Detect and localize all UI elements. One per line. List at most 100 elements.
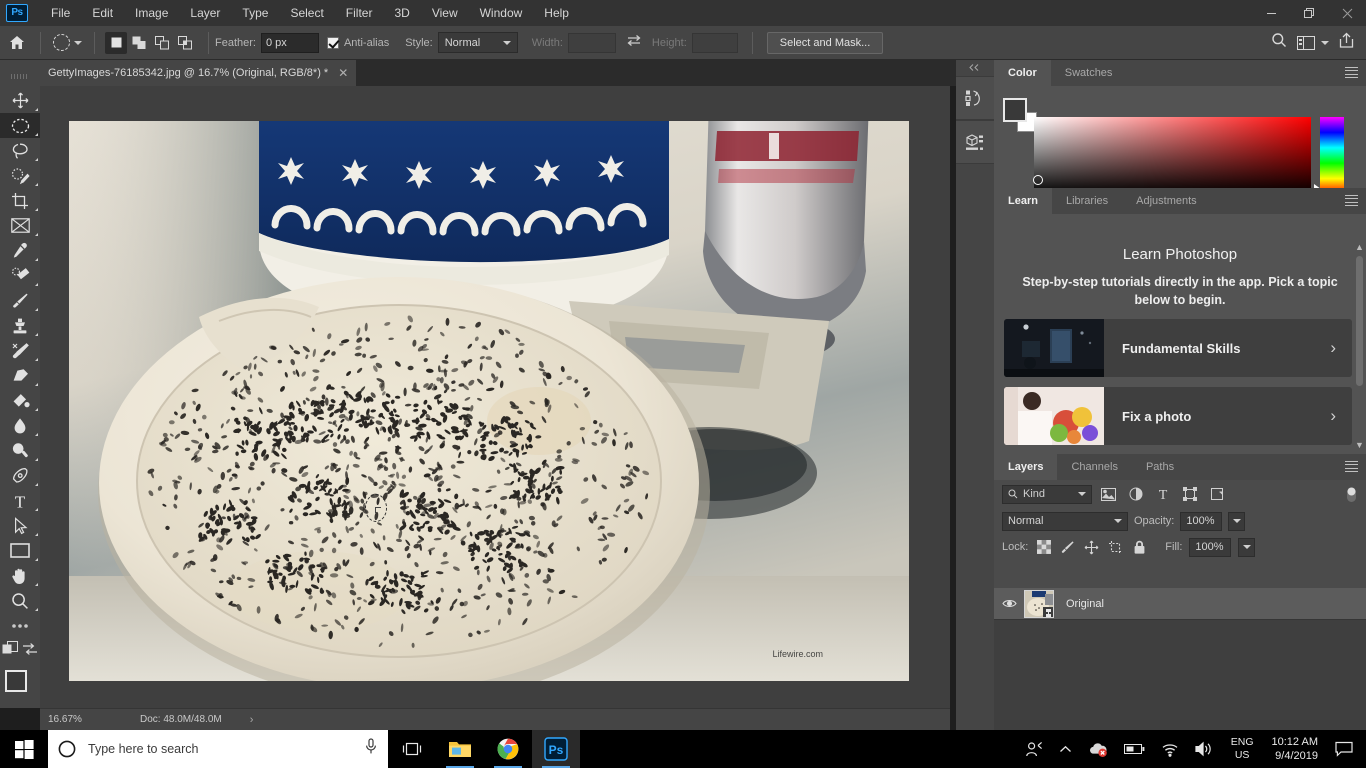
tab-adjustments[interactable]: Adjustments bbox=[1122, 188, 1211, 214]
select-and-mask-button[interactable]: Select and Mask... bbox=[766, 31, 884, 54]
panel-menu-icon[interactable] bbox=[1345, 461, 1358, 472]
scroll-down-icon[interactable]: ▼ bbox=[1355, 440, 1364, 450]
minimize-button[interactable] bbox=[1252, 0, 1290, 26]
quick-mask-icon[interactable] bbox=[2, 641, 19, 661]
menu-file[interactable]: File bbox=[40, 2, 81, 24]
tab-libraries[interactable]: Libraries bbox=[1052, 188, 1122, 214]
menu-3d[interactable]: 3D bbox=[383, 2, 420, 24]
battery-icon[interactable] bbox=[1117, 730, 1152, 768]
new-selection-button[interactable] bbox=[105, 31, 127, 54]
close-icon[interactable]: ✕ bbox=[338, 67, 348, 79]
workspace-switcher[interactable] bbox=[1297, 35, 1329, 50]
history-brush-tool[interactable] bbox=[0, 338, 40, 363]
document-tab[interactable]: GettyImages-76185342.jpg @ 16.7% (Origin… bbox=[38, 60, 358, 86]
frame-tool[interactable] bbox=[0, 213, 40, 238]
onedrive-error-icon[interactable] bbox=[1081, 730, 1115, 768]
width-input[interactable] bbox=[567, 32, 616, 53]
double-chevron-left-icon[interactable] bbox=[956, 60, 994, 76]
panel-menu-icon[interactable] bbox=[1345, 195, 1358, 206]
hand-tool[interactable] bbox=[0, 563, 40, 588]
eyedropper-tool[interactable] bbox=[0, 238, 40, 263]
layer-filter-kind-select[interactable]: Kind bbox=[1002, 484, 1092, 504]
screen-mode-icon[interactable] bbox=[22, 642, 38, 661]
anti-alias-checkbox-group[interactable]: Anti-alias bbox=[326, 36, 389, 49]
menu-image[interactable]: Image bbox=[124, 2, 179, 24]
shape-layer-filter-icon[interactable] bbox=[1179, 485, 1200, 504]
panel-menu-icon[interactable] bbox=[1345, 67, 1358, 78]
pixel-layer-filter-icon[interactable] bbox=[1098, 485, 1119, 504]
lock-image-pixels-icon[interactable] bbox=[1059, 539, 1076, 556]
pen-tool[interactable] bbox=[0, 463, 40, 488]
menu-edit[interactable]: Edit bbox=[81, 2, 124, 24]
canvas-vertical-scrollbar[interactable] bbox=[938, 86, 950, 708]
style-select[interactable]: Normal bbox=[437, 32, 518, 53]
close-button[interactable] bbox=[1328, 0, 1366, 26]
learn-card-fix-a-photo[interactable]: Fix a photo › bbox=[1004, 387, 1352, 446]
elliptical-marquee-tool[interactable] bbox=[0, 113, 40, 138]
task-view-icon[interactable] bbox=[388, 730, 436, 768]
share-icon[interactable] bbox=[1339, 32, 1354, 53]
blur-tool[interactable] bbox=[0, 413, 40, 438]
anti-alias-checkbox[interactable] bbox=[326, 36, 339, 49]
toolbar-grip[interactable] bbox=[11, 66, 28, 84]
search-box[interactable]: Type here to search bbox=[48, 730, 388, 768]
spot-healing-brush-tool[interactable] bbox=[0, 263, 40, 288]
menu-help[interactable]: Help bbox=[533, 2, 580, 24]
add-to-selection-button[interactable] bbox=[128, 32, 150, 54]
smart-object-filter-icon[interactable] bbox=[1206, 485, 1227, 504]
menu-select[interactable]: Select bbox=[279, 2, 334, 24]
dodge-tool[interactable] bbox=[0, 438, 40, 463]
chevron-up-icon[interactable] bbox=[1052, 730, 1079, 768]
tab-learn[interactable]: Learn bbox=[994, 188, 1052, 214]
canvas-area[interactable]: Lifewire.com bbox=[40, 86, 950, 708]
subtract-from-selection-button[interactable] bbox=[151, 32, 173, 54]
menu-type[interactable]: Type bbox=[231, 2, 279, 24]
blend-mode-select[interactable]: Normal bbox=[1002, 511, 1128, 531]
gradient-tool[interactable] bbox=[0, 388, 40, 413]
menu-filter[interactable]: Filter bbox=[335, 2, 384, 24]
image-artboard[interactable]: Lifewire.com bbox=[69, 121, 909, 681]
tool-preset-picker[interactable] bbox=[47, 34, 88, 51]
lock-position-icon[interactable] bbox=[1083, 539, 1100, 556]
volume-icon[interactable] bbox=[1188, 730, 1221, 768]
scroll-up-icon[interactable]: ▲ bbox=[1355, 242, 1364, 252]
type-tool[interactable]: T bbox=[0, 488, 40, 513]
learn-card-fundamental-skills[interactable]: Fundamental Skills › bbox=[1004, 319, 1352, 378]
maximize-restore-button[interactable] bbox=[1290, 0, 1328, 26]
filter-enable-toggle[interactable] bbox=[1345, 486, 1358, 502]
fill-stepper[interactable] bbox=[1238, 537, 1256, 557]
language-indicator[interactable]: ENG US bbox=[1223, 736, 1262, 762]
scroll-thumb[interactable] bbox=[1356, 256, 1363, 386]
people-icon[interactable] bbox=[1018, 730, 1050, 768]
menu-layer[interactable]: Layer bbox=[179, 2, 231, 24]
foreground-color-swatch[interactable] bbox=[1003, 98, 1027, 122]
path-selection-tool[interactable] bbox=[0, 513, 40, 538]
lasso-tool[interactable] bbox=[0, 138, 40, 163]
crop-tool[interactable] bbox=[0, 188, 40, 213]
wifi-icon[interactable] bbox=[1154, 730, 1186, 768]
tab-channels[interactable]: Channels bbox=[1057, 454, 1131, 480]
brush-tool[interactable] bbox=[0, 288, 40, 313]
microphone-icon[interactable] bbox=[364, 738, 378, 760]
zoom-tool[interactable] bbox=[0, 588, 40, 613]
clock[interactable]: 10:12 AM 9/4/2019 bbox=[1264, 735, 1326, 763]
lock-artboard-nesting-icon[interactable] bbox=[1107, 539, 1124, 556]
fill-input[interactable]: 100% bbox=[1189, 537, 1232, 557]
windows-start-icon[interactable] bbox=[0, 730, 48, 768]
home-icon[interactable] bbox=[0, 26, 34, 60]
history-panel-icon[interactable] bbox=[956, 76, 994, 120]
tab-layers[interactable]: Layers bbox=[994, 454, 1058, 480]
clone-stamp-tool[interactable] bbox=[0, 313, 40, 338]
rectangle-tool[interactable] bbox=[0, 538, 40, 563]
intersect-with-selection-button[interactable] bbox=[174, 32, 196, 54]
feather-input[interactable]: 0 px bbox=[260, 32, 319, 53]
learn-panel-scrollbar[interactable]: ▲ ▼ bbox=[1355, 242, 1364, 450]
lock-transparent-pixels-icon[interactable] bbox=[1035, 539, 1052, 556]
google-chrome-icon[interactable] bbox=[484, 730, 532, 768]
color-spectrum[interactable] bbox=[1033, 117, 1311, 194]
zoom-level[interactable]: 16.67% bbox=[40, 714, 100, 725]
layer-visibility-toggle[interactable] bbox=[994, 598, 1024, 609]
table-row[interactable]: Original bbox=[994, 588, 1366, 620]
edit-toolbar-tool[interactable] bbox=[0, 613, 40, 638]
chevron-right-icon[interactable]: › bbox=[222, 714, 254, 726]
